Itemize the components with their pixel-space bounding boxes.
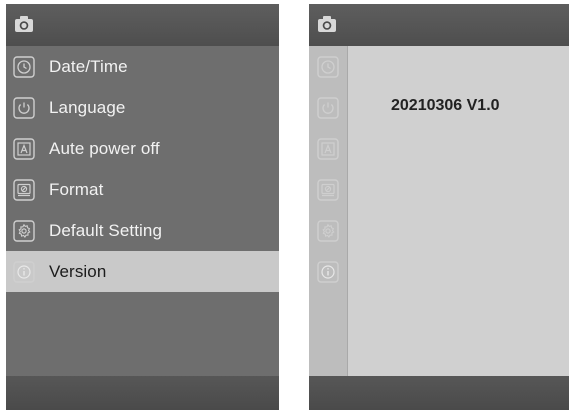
top-bar — [6, 4, 279, 46]
auto-a-icon — [13, 138, 35, 160]
sidebar-item-date-time[interactable] — [309, 46, 347, 87]
icon-sidebar — [309, 46, 348, 376]
clock-icon — [13, 56, 35, 78]
power-icon — [13, 97, 35, 119]
version-panel: 20210306 V1.0 — [348, 46, 569, 376]
bottom-bar — [309, 376, 569, 410]
top-bar — [309, 4, 569, 46]
sidebar-item-default-setting[interactable] — [309, 210, 347, 251]
camera-icon[interactable] — [14, 14, 34, 34]
camera-icon[interactable] — [317, 14, 337, 34]
menu-item-label: Format — [49, 179, 104, 199]
info-icon — [13, 261, 35, 283]
gear-icon — [13, 220, 35, 242]
menu-item-date-time[interactable]: Date/Time — [6, 46, 279, 87]
info-icon — [317, 261, 339, 283]
menu-item-label: Aute power off — [49, 138, 160, 158]
version-value: 20210306 V1.0 — [391, 97, 500, 114]
auto-a-icon — [317, 138, 339, 160]
format-drive-icon — [13, 179, 35, 201]
menu-item-label: Date/Time — [49, 56, 128, 76]
menu-item-label: Default Setting — [49, 220, 163, 240]
menu-item-version[interactable]: Version — [6, 251, 279, 292]
format-drive-icon — [317, 179, 339, 201]
version-detail-screen: 20210306 V1.0 — [309, 4, 569, 410]
menu-item-label: Version — [49, 261, 107, 281]
menu-item-default-setting[interactable]: Default Setting — [6, 210, 279, 251]
sidebar-item-format[interactable] — [309, 169, 347, 210]
sidebar-item-version[interactable] — [309, 251, 347, 292]
power-icon — [317, 97, 339, 119]
gear-icon — [317, 220, 339, 242]
menu-item-label: Language — [49, 97, 126, 117]
clock-icon — [317, 56, 339, 78]
menu-item-auto-power-off[interactable]: Aute power off — [6, 128, 279, 169]
sidebar-item-language[interactable] — [309, 87, 347, 128]
sidebar-item-auto-power-off[interactable] — [309, 128, 347, 169]
menu-item-language[interactable]: Language — [6, 87, 279, 128]
settings-menu-list: Date/Time Language Aute power off Format… — [6, 46, 279, 292]
settings-menu-screen: Date/Time Language Aute power off Format… — [6, 4, 279, 410]
menu-item-format[interactable]: Format — [6, 169, 279, 210]
bottom-bar — [6, 376, 279, 410]
